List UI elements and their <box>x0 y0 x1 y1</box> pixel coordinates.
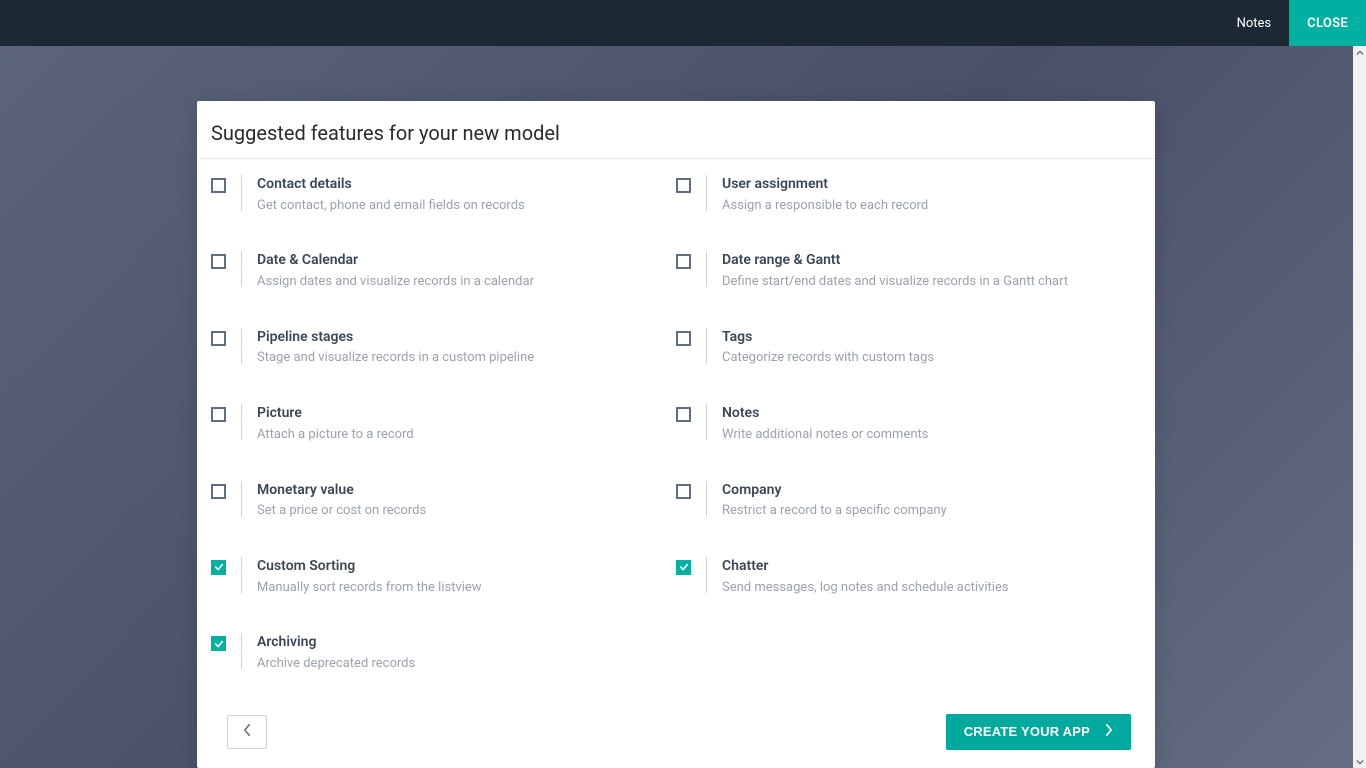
divider <box>241 328 242 364</box>
feature-desc: Assign dates and visualize records in a … <box>257 272 656 293</box>
feature-desc: Attach a picture to a record <box>257 425 656 446</box>
feature-desc: Assign a responsible to each record <box>722 196 1121 217</box>
feature-text: Date & CalendarAssign dates and visualiz… <box>257 251 656 292</box>
feature-item: ArchivingArchive deprecated records <box>211 633 656 674</box>
feature-text: ChatterSend messages, log notes and sche… <box>722 557 1121 598</box>
feature-item: CompanyRestrict a record to a specific c… <box>676 481 1121 522</box>
feature-text: PictureAttach a picture to a record <box>257 404 656 445</box>
divider <box>241 251 242 287</box>
feature-checkbox[interactable] <box>676 331 691 346</box>
divider <box>706 328 707 364</box>
feature-desc: Set a price or cost on records <box>257 501 656 522</box>
feature-item: Date range & GanttDefine start/end dates… <box>676 251 1121 292</box>
feature-item: NotesWrite additional notes or comments <box>676 404 1121 445</box>
feature-item: User assignmentAssign a responsible to e… <box>676 175 1121 216</box>
topbar: Notes CLOSE <box>0 0 1366 46</box>
scroll-up-icon[interactable] <box>1353 46 1366 59</box>
feature-item: PictureAttach a picture to a record <box>211 404 656 445</box>
feature-checkbox[interactable] <box>211 254 226 269</box>
feature-checkbox[interactable] <box>211 331 226 346</box>
feature-text: Monetary valueSet a price or cost on rec… <box>257 481 656 522</box>
divider <box>241 481 242 517</box>
feature-desc: Stage and visualize records in a custom … <box>257 348 656 369</box>
scroll-down-icon[interactable] <box>1353 755 1366 768</box>
back-button[interactable] <box>227 715 267 749</box>
feature-checkbox[interactable] <box>676 560 691 575</box>
divider <box>241 557 242 593</box>
feature-checkbox[interactable] <box>676 407 691 422</box>
create-app-label: CREATE YOUR APP <box>964 724 1090 739</box>
divider <box>706 251 707 287</box>
features-container: Contact detailsGet contact, phone and em… <box>197 159 1155 710</box>
feature-item: Pipeline stagesStage and visualize recor… <box>211 328 656 369</box>
create-app-button[interactable]: CREATE YOUR APP <box>946 714 1131 750</box>
chevron-left-icon <box>243 722 252 741</box>
modal-footer: CREATE YOUR APP <box>197 710 1155 764</box>
feature-item: Date & CalendarAssign dates and visualiz… <box>211 251 656 292</box>
features-right-column: User assignmentAssign a responsible to e… <box>676 175 1141 710</box>
feature-checkbox[interactable] <box>211 484 226 499</box>
feature-text: CompanyRestrict a record to a specific c… <box>722 481 1121 522</box>
chevron-right-icon <box>1104 723 1113 740</box>
feature-title: Date range & Gantt <box>722 251 1121 271</box>
feature-title: Custom Sorting <box>257 557 656 577</box>
feature-text: Date range & GanttDefine start/end dates… <box>722 251 1121 292</box>
feature-title: Pipeline stages <box>257 328 656 348</box>
feature-text: NotesWrite additional notes or comments <box>722 404 1121 445</box>
feature-desc: Restrict a record to a specific company <box>722 501 1121 522</box>
features-modal: Suggested features for your new model Co… <box>197 101 1155 768</box>
divider <box>241 633 242 669</box>
feature-text: Pipeline stagesStage and visualize recor… <box>257 328 656 369</box>
feature-title: Contact details <box>257 175 656 195</box>
feature-title: Company <box>722 481 1121 501</box>
feature-text: User assignmentAssign a responsible to e… <box>722 175 1121 216</box>
feature-item: Monetary valueSet a price or cost on rec… <box>211 481 656 522</box>
feature-desc: Write additional notes or comments <box>722 425 1121 446</box>
scrollbar[interactable] <box>1353 46 1366 768</box>
feature-checkbox[interactable] <box>676 254 691 269</box>
topbar-notes-link[interactable]: Notes <box>1219 0 1290 46</box>
divider <box>706 481 707 517</box>
feature-desc: Manually sort records from the listview <box>257 578 656 599</box>
close-button[interactable]: CLOSE <box>1289 0 1366 46</box>
feature-desc: Get contact, phone and email fields on r… <box>257 196 656 217</box>
feature-text: Contact detailsGet contact, phone and em… <box>257 175 656 216</box>
feature-item: ChatterSend messages, log notes and sche… <box>676 557 1121 598</box>
feature-desc: Define start/end dates and visualize rec… <box>722 272 1121 293</box>
feature-checkbox[interactable] <box>211 178 226 193</box>
feature-item: Contact detailsGet contact, phone and em… <box>211 175 656 216</box>
feature-title: Tags <box>722 328 1121 348</box>
feature-text: TagsCategorize records with custom tags <box>722 328 1121 369</box>
feature-title: Picture <box>257 404 656 424</box>
features-left-column: Contact detailsGet contact, phone and em… <box>211 175 676 710</box>
content-area: Suggested features for your new model Co… <box>0 46 1366 768</box>
feature-checkbox[interactable] <box>676 178 691 193</box>
divider <box>706 175 707 211</box>
feature-title: Chatter <box>722 557 1121 577</box>
feature-text: Custom SortingManually sort records from… <box>257 557 656 598</box>
modal-title: Suggested features for your new model <box>197 101 1155 159</box>
feature-checkbox[interactable] <box>676 484 691 499</box>
feature-desc: Categorize records with custom tags <box>722 348 1121 369</box>
page-root: Notes CLOSE Suggested features for your … <box>0 0 1366 768</box>
feature-title: User assignment <box>722 175 1121 195</box>
feature-item: Custom SortingManually sort records from… <box>211 557 656 598</box>
divider <box>241 175 242 211</box>
feature-checkbox[interactable] <box>211 560 226 575</box>
feature-title: Date & Calendar <box>257 251 656 271</box>
feature-title: Monetary value <box>257 481 656 501</box>
feature-title: Archiving <box>257 633 656 653</box>
feature-desc: Archive deprecated records <box>257 654 656 675</box>
feature-item: TagsCategorize records with custom tags <box>676 328 1121 369</box>
divider <box>706 404 707 440</box>
feature-title: Notes <box>722 404 1121 424</box>
divider <box>706 557 707 593</box>
feature-checkbox[interactable] <box>211 407 226 422</box>
feature-desc: Send messages, log notes and schedule ac… <box>722 578 1121 599</box>
feature-text: ArchivingArchive deprecated records <box>257 633 656 674</box>
divider <box>241 404 242 440</box>
feature-checkbox[interactable] <box>211 636 226 651</box>
